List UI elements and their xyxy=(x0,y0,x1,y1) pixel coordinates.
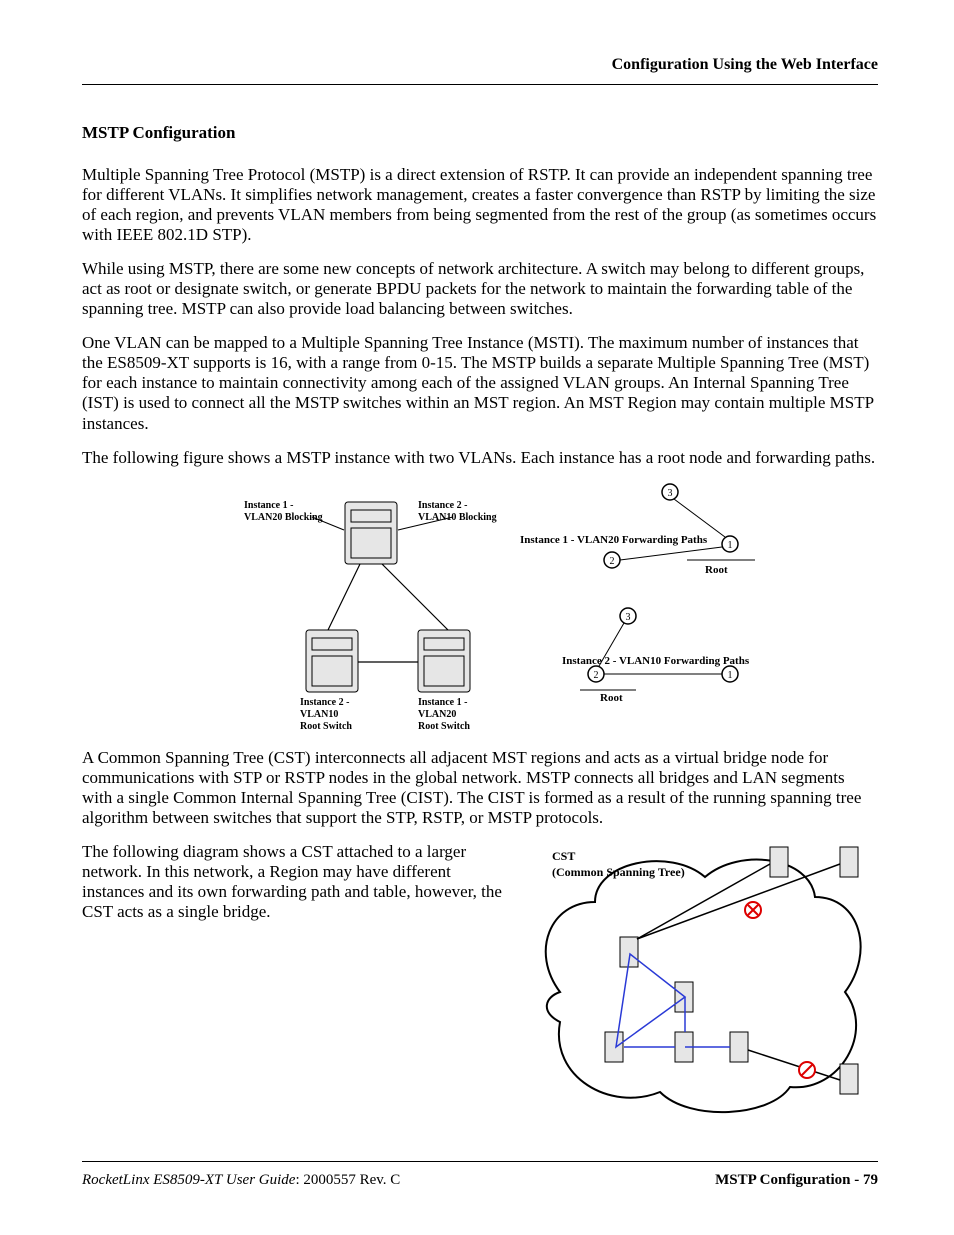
fig1-caption-2: Instance 2 - VLAN10 Forwarding Paths xyxy=(562,655,749,667)
paragraph-2: While using MSTP, there are some new con… xyxy=(82,259,878,319)
running-header: Configuration Using the Web Interface xyxy=(82,56,878,85)
paragraph-1: Multiple Spanning Tree Protocol (MSTP) i… xyxy=(82,165,878,245)
paragraph-6: The following diagram shows a CST attach… xyxy=(82,842,512,922)
fig1-root-2: Root xyxy=(600,692,623,704)
paragraph-5: A Common Spanning Tree (CST) interconnec… xyxy=(82,748,878,828)
page-footer: RocketLinx ES8509-XT User Guide: 2000557… xyxy=(82,1161,878,1189)
fig1-caption-1: Instance 1 - VLAN20 Forwarding Paths xyxy=(520,534,707,546)
footer-right: MSTP Configuration - 79 xyxy=(715,1172,878,1189)
blocked-icon xyxy=(745,902,761,918)
blocked-icon xyxy=(799,1062,815,1078)
switch-icon xyxy=(770,847,788,877)
figure-1: 3 1 2 3 1 2 xyxy=(82,482,878,736)
switch-icon xyxy=(306,630,358,692)
fig1-label-inst2-root: Instance 2 - VLAN10 Root Switch xyxy=(300,697,352,733)
two-column-block: The following diagram shows a CST attach… xyxy=(82,842,878,1117)
paragraph-4: The following figure shows a MSTP instan… xyxy=(82,448,878,468)
svg-text:1: 1 xyxy=(728,670,733,681)
footer-left: RocketLinx ES8509-XT User Guide: 2000557… xyxy=(82,1172,400,1189)
switch-icon xyxy=(840,847,858,877)
svg-text:2: 2 xyxy=(594,670,599,681)
section-heading: MSTP Configuration xyxy=(82,123,878,143)
fig1-root-1: Root xyxy=(705,564,728,576)
fig1-label-inst1-block: Instance 1 - VLAN20 Blocking xyxy=(244,500,323,524)
instance-2-diagram: 3 1 2 xyxy=(580,608,738,690)
running-header-text: Configuration Using the Web Interface xyxy=(612,56,878,73)
footer-doc-title: RocketLinx ES8509-XT User Guide xyxy=(82,1172,295,1188)
switch-icon xyxy=(605,1032,623,1062)
fig2-title: CST xyxy=(552,850,575,864)
svg-text:2: 2 xyxy=(610,556,615,567)
svg-text:3: 3 xyxy=(626,612,631,623)
instance-1-diagram: 3 1 2 xyxy=(604,484,755,568)
figure-2: CST (Common Spanning Tree) xyxy=(540,842,870,1117)
svg-text:1: 1 xyxy=(728,540,733,551)
fig1-label-inst2-block: Instance 2 - VLAN10 Blocking xyxy=(418,500,497,524)
fig1-label-inst1-root: Instance 1 - VLAN20 Root Switch xyxy=(418,697,470,733)
switch-icon xyxy=(840,1064,858,1094)
page: Configuration Using the Web Interface MS… xyxy=(0,0,954,1235)
footer-doc-rev: : 2000557 Rev. C xyxy=(295,1172,400,1188)
switch-icon xyxy=(345,502,397,564)
switch-icon xyxy=(730,1032,748,1062)
svg-text:3: 3 xyxy=(668,488,673,499)
fig2-sub: (Common Spanning Tree) xyxy=(552,866,685,880)
figure-2-svg xyxy=(540,842,870,1117)
heading-text: MSTP Configuration xyxy=(82,123,236,142)
paragraph-3: One VLAN can be mapped to a Multiple Spa… xyxy=(82,333,878,433)
switch-icon xyxy=(418,630,470,692)
